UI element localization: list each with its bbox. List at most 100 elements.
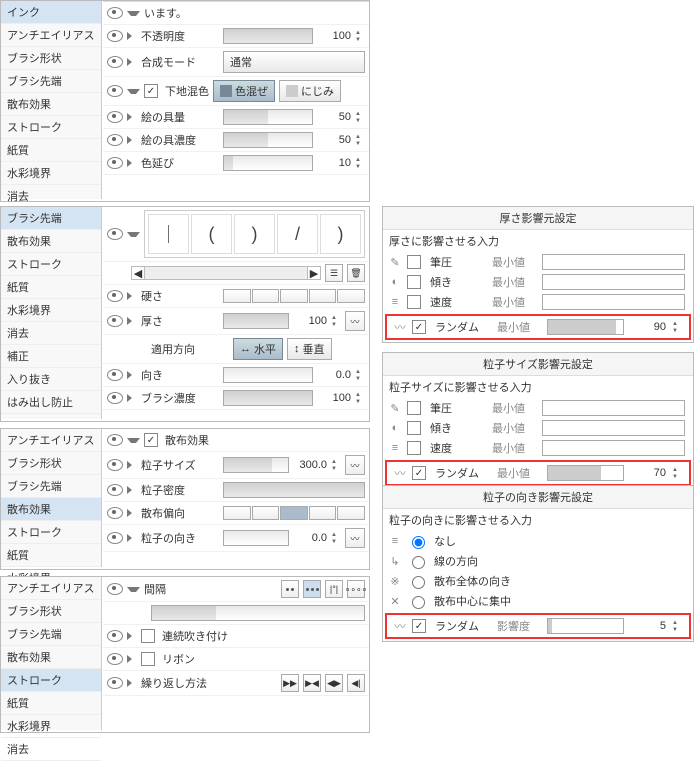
expand-icon[interactable] xyxy=(127,11,140,16)
r3-whole-radio[interactable] xyxy=(412,576,425,589)
eff-checkbox[interactable]: ✓ xyxy=(144,433,158,447)
sidebar-item[interactable]: ストローク xyxy=(1,669,101,692)
gap-mode-2[interactable] xyxy=(303,580,321,598)
r3-center-radio[interactable] xyxy=(412,596,425,609)
sidebar-item[interactable]: 散布効果 xyxy=(1,230,101,253)
scrollbar[interactable] xyxy=(145,267,307,279)
bdens-slider[interactable] xyxy=(223,390,313,406)
sidebar-item[interactable]: はみ出し防止 xyxy=(1,391,101,414)
r1-pen-chk[interactable] xyxy=(407,255,421,269)
eye-icon[interactable] xyxy=(107,111,123,123)
r1-tilt-chk[interactable] xyxy=(407,275,421,289)
sidebar-item[interactable]: 散布効果 xyxy=(1,646,101,669)
sidebar-item[interactable]: ストローク xyxy=(1,521,101,544)
repeat-4[interactable]: ◀| xyxy=(347,674,365,692)
dir-hori-btn[interactable]: ↔ 水平 xyxy=(233,338,283,360)
scroll-left[interactable]: ◀ xyxy=(132,267,145,279)
orient-slider[interactable] xyxy=(223,367,313,383)
r2-rand-chk[interactable]: ✓ xyxy=(412,466,426,480)
r1-rand-chk[interactable]: ✓ xyxy=(412,320,426,334)
r2-rand-slider[interactable] xyxy=(547,465,624,481)
sidebar-item[interactable]: ブラシ先端 xyxy=(1,70,101,93)
r3-rand-slider[interactable] xyxy=(547,618,624,634)
gap-slider[interactable] xyxy=(151,605,365,621)
eye-icon[interactable] xyxy=(107,134,123,146)
gap-mode-4[interactable]: ∘∘∘∘ xyxy=(347,580,365,598)
repeat-1[interactable]: ▶▶ xyxy=(281,674,299,692)
sidebar-item[interactable]: 散布効果 xyxy=(1,93,101,116)
ribbon-checkbox[interactable] xyxy=(141,652,155,666)
expand-icon[interactable] xyxy=(127,113,137,121)
pdens-slider[interactable] xyxy=(223,482,365,498)
porient-source-btn[interactable]: 〰 xyxy=(345,528,365,548)
eye-icon[interactable] xyxy=(107,56,123,68)
sidebar-item[interactable]: インク xyxy=(1,1,101,24)
mass-slider[interactable] xyxy=(223,109,313,125)
sidebar-item[interactable]: 水彩境界 xyxy=(1,299,101,322)
sidebar-item[interactable]: 消去 xyxy=(1,322,101,345)
sidebar-item[interactable]: 紙質 xyxy=(1,544,101,567)
sidebar-item[interactable]: 紙質 xyxy=(1,276,101,299)
sidebar-item[interactable]: 水彩境界 xyxy=(1,715,101,738)
thick-slider[interactable] xyxy=(223,313,289,329)
sidebar-item[interactable]: 紙質 xyxy=(1,692,101,715)
cont-checkbox[interactable] xyxy=(141,629,155,643)
r1-spd-chk[interactable] xyxy=(407,295,421,309)
r3-rand-chk[interactable]: ✓ xyxy=(412,619,426,633)
repeat-3[interactable]: ◀▶ xyxy=(325,674,343,692)
del-tip-btn[interactable]: 🗑 xyxy=(347,264,365,282)
sidebar-item[interactable]: ブラシ先端 xyxy=(1,475,101,498)
sidebar-item[interactable]: アンチエイリアス xyxy=(1,577,101,600)
sidebar-item[interactable]: 消去 xyxy=(1,185,101,208)
repeat-2[interactable]: ▶◀ xyxy=(303,674,321,692)
r1-rand-slider[interactable] xyxy=(547,319,624,335)
sidebar-item[interactable]: ブラシ形状 xyxy=(1,600,101,623)
sidebar-item[interactable]: ブラシ形状 xyxy=(1,452,101,475)
expand-icon[interactable] xyxy=(127,159,137,167)
expand-icon[interactable] xyxy=(127,89,140,94)
add-tip-btn[interactable]: ☰ xyxy=(325,264,343,282)
mix-mode-btn[interactable]: 色混ぜ xyxy=(213,80,275,102)
sidebar-item[interactable]: 水彩境界 xyxy=(1,162,101,185)
gap-mode-1[interactable] xyxy=(281,580,299,598)
sidebar-item[interactable]: アンチエイリアス xyxy=(1,24,101,47)
base-mix-checkbox[interactable]: ✓ xyxy=(144,84,158,98)
blur-mode-btn[interactable]: にじみ xyxy=(279,80,341,102)
sidebar-item[interactable]: ブラシ形状 xyxy=(1,47,101,70)
pbias-steps[interactable] xyxy=(223,506,365,520)
thick-source-btn[interactable]: 〰 xyxy=(345,311,365,331)
expand-icon[interactable] xyxy=(127,136,137,144)
sidebar-item[interactable]: アンチエイリアス xyxy=(1,429,101,452)
opacity-value[interactable]: 100 xyxy=(317,30,351,42)
psize-source-btn[interactable]: 〰 xyxy=(345,455,365,475)
brush-tip-thumbs[interactable]: ｜()/) xyxy=(144,210,365,258)
sidebar-item[interactable]: 補正 xyxy=(1,345,101,368)
sidebar-item[interactable]: ブラシ先端 xyxy=(1,207,101,230)
sidebar-item[interactable]: ストローク xyxy=(1,253,101,276)
sidebar-item[interactable]: 消去 xyxy=(1,738,101,761)
dens-slider[interactable] xyxy=(223,132,313,148)
expand-icon[interactable] xyxy=(127,32,137,40)
eye-icon[interactable] xyxy=(107,85,123,97)
spinner[interactable]: ▲▼ xyxy=(355,28,365,44)
gap-mode-3[interactable]: |°| xyxy=(325,580,343,598)
scroll-right[interactable]: ▶ xyxy=(307,267,320,279)
dir-vert-btn[interactable]: ↕ 垂直 xyxy=(287,338,332,360)
expand-icon[interactable] xyxy=(127,58,137,66)
opacity-slider[interactable] xyxy=(223,28,313,44)
sidebar-item[interactable]: 紙質 xyxy=(1,139,101,162)
eye-icon[interactable] xyxy=(107,157,123,169)
sidebar-item[interactable]: 散布効果 xyxy=(1,498,101,521)
porient-slider[interactable] xyxy=(223,530,289,546)
sidebar-item[interactable]: ブラシ先端 xyxy=(1,623,101,646)
eye-icon[interactable] xyxy=(107,7,123,19)
eye-icon[interactable] xyxy=(107,30,123,42)
r3-line-radio[interactable] xyxy=(412,556,425,569)
psize-slider[interactable] xyxy=(223,457,289,473)
hardness-steps[interactable] xyxy=(223,289,365,303)
sidebar-item[interactable]: ストローク xyxy=(1,116,101,139)
r3-none-radio[interactable] xyxy=(412,536,425,549)
blend-mode-select[interactable]: 通常 xyxy=(223,51,365,73)
ext-slider[interactable] xyxy=(223,155,313,171)
sidebar-item[interactable]: 入り抜き xyxy=(1,368,101,391)
